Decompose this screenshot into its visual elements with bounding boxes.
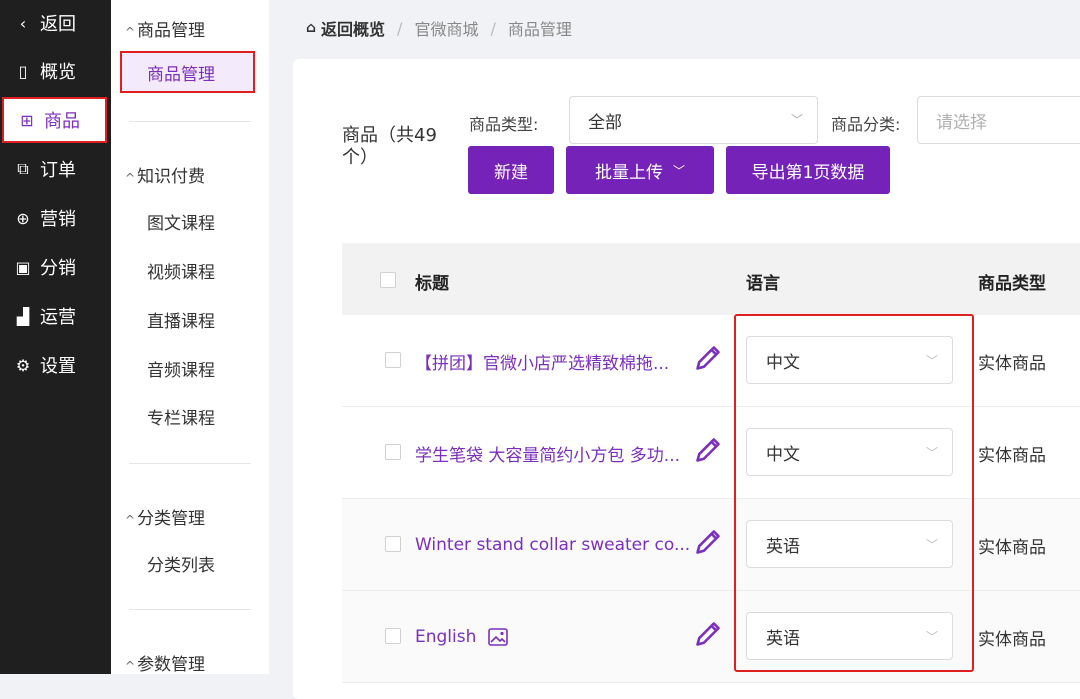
breadcrumb-home[interactable]: ⌂ 返回概览 [306, 16, 385, 40]
column-type[interactable]: 商品类型 [978, 269, 1046, 294]
nav-distribution[interactable]: ▣ 分销 [0, 244, 111, 290]
chevron-down-icon: ﹀ [925, 538, 938, 552]
row-type: 实体商品 [978, 629, 1046, 650]
chevron-down-icon: ﹀ [790, 113, 803, 127]
nav-operations-label: 运营 [40, 307, 76, 328]
column-title: 标题 [415, 274, 449, 294]
divider [129, 121, 251, 122]
divider [129, 463, 251, 464]
type-filter-select[interactable]: 全部 ﹀ [569, 96, 818, 144]
nav-marketing-label: 营销 [40, 209, 76, 230]
chevron-up-icon: ^ [125, 25, 136, 39]
row-checkbox[interactable] [385, 352, 401, 368]
chevron-up-icon: ^ [125, 171, 136, 185]
category-filter-select[interactable]: 请选择 [917, 96, 1080, 144]
breadcrumb-separator: / [397, 18, 403, 38]
table-row: English 英语 ﹀ 实体商品 [342, 591, 1080, 683]
table-row: 学生笔袋 大容量简约小方包 多功... 中文 ﹀ 实体商品 [342, 407, 1080, 499]
nav-back-label: 返回 [40, 14, 76, 35]
nav-back[interactable]: ‹ 返回 [0, 0, 111, 46]
chevron-down-icon: ﹀ [925, 446, 938, 460]
column-language: 语言 [746, 274, 780, 294]
subnav-group-goods[interactable]: ^ 商品管理 [125, 16, 205, 41]
subnav-group-knowledge[interactable]: ^ 知识付费 [125, 162, 205, 187]
table-row: Winter stand collar sweater co... 英语 ﹀ 实… [342, 499, 1080, 591]
nav-overview-label: 概览 [40, 62, 76, 83]
subnav-item-column-course[interactable]: 专栏课程 [147, 404, 215, 429]
nav-distribution-label: 分销 [40, 258, 76, 279]
chevron-down-icon: ﹀ [672, 163, 685, 178]
chevron-left-icon: ‹ [19, 13, 27, 33]
subnav-item-video-course[interactable]: 视频课程 [147, 258, 215, 283]
breadcrumb-mall[interactable]: 官微商城 [414, 16, 478, 40]
table-header: 标题 语言 商品类型 [342, 243, 1080, 315]
chevron-down-icon: ﹀ [925, 630, 938, 644]
subnav-group-params[interactable]: ^ 参数管理 [125, 650, 205, 675]
language-select[interactable]: 中文 ﹀ [746, 336, 953, 384]
row-title-link[interactable]: 学生笔袋 大容量简约小方包 多功... [415, 407, 680, 499]
nav-settings-label: 设置 [40, 356, 76, 377]
row-type: 实体商品 [978, 353, 1046, 374]
image-icon [488, 628, 509, 646]
overview-icon: ▯ [18, 61, 28, 81]
home-icon: ⌂ [306, 20, 317, 36]
select-all-checkbox[interactable] [380, 272, 396, 288]
subnav-item-category-list[interactable]: 分类列表 [147, 551, 215, 576]
row-type: 实体商品 [978, 537, 1046, 558]
language-select[interactable]: 中文 ﹀ [746, 428, 953, 476]
export-button[interactable]: 导出第1页数据 [726, 146, 890, 194]
row-type: 实体商品 [978, 445, 1046, 466]
subnav-group-category[interactable]: ^ 分类管理 [125, 504, 205, 529]
row-title-link[interactable]: 【拼团】官微小店严选精致棉拖... [415, 315, 669, 407]
language-select[interactable]: 英语 ﹀ [746, 520, 953, 568]
breadcrumb: ⌂ 返回概览 / 官微商城 / 商品管理 [306, 16, 572, 40]
row-checkbox[interactable] [385, 628, 401, 644]
nav-marketing[interactable]: ⊕ 营销 [0, 195, 111, 241]
gear-icon: ⚙ [15, 355, 31, 375]
nav-settings[interactable]: ⚙ 设置 [0, 342, 111, 388]
nav-goods-label: 商品 [44, 111, 80, 132]
row-title-link[interactable]: Winter stand collar sweater co... [415, 499, 690, 591]
subnav-item-audio-course[interactable]: 音频课程 [147, 356, 215, 381]
type-filter-label: 商品类型: [469, 115, 539, 134]
nav-orders-label: 订单 [40, 160, 76, 181]
breadcrumb-current: 商品管理 [507, 20, 572, 39]
edit-pencil-icon[interactable] [694, 620, 722, 648]
gift-icon: ⊞ [20, 110, 34, 130]
chevron-down-icon: ﹀ [925, 354, 938, 368]
breadcrumb-separator: / [490, 18, 496, 38]
bar-chart-icon: ▟ [16, 306, 30, 326]
chevron-up-icon: ^ [125, 659, 136, 673]
main-nav: ‹ 返回 ▯ 概览 ⊞ 商品 ⧉ 订单 ⊕ 营销 ▣ 分销 ▟ 运营 ⚙ 设置 [0, 0, 111, 674]
new-button[interactable]: 新建 [468, 146, 554, 194]
edit-pencil-icon[interactable] [694, 436, 722, 464]
nav-goods[interactable]: ⊞ 商品 [2, 97, 107, 143]
goods-count: 商品（共49个） [342, 125, 437, 168]
category-filter-label: 商品分类: [831, 115, 901, 134]
row-title-link[interactable]: English [415, 591, 509, 683]
row-checkbox[interactable] [385, 536, 401, 552]
target-icon: ⊕ [16, 208, 30, 228]
nav-orders[interactable]: ⧉ 订单 [0, 146, 111, 192]
subnav-item-live-course[interactable]: 直播课程 [147, 307, 215, 332]
sub-nav: ^ 商品管理 商品管理 ^ 知识付费 图文课程 视频课程 直播课程 音频课程 专栏课… [111, 0, 269, 675]
edit-pencil-icon[interactable] [694, 528, 722, 556]
language-select[interactable]: 英语 ﹀ [746, 612, 953, 660]
edit-pencil-icon[interactable] [694, 344, 722, 372]
bulk-upload-button[interactable]: 批量上传 ﹀ [566, 146, 714, 194]
divider [129, 609, 251, 610]
nav-overview[interactable]: ▯ 概览 [0, 48, 111, 94]
order-icon: ⧉ [17, 159, 29, 178]
row-checkbox[interactable] [385, 444, 401, 460]
distribution-icon: ▣ [15, 257, 31, 277]
subnav-item-article-course[interactable]: 图文课程 [147, 209, 215, 234]
table-row: 【拼团】官微小店严选精致棉拖... 中文 ﹀ 实体商品 [342, 315, 1080, 407]
chevron-up-icon: ^ [125, 513, 136, 527]
nav-operations[interactable]: ▟ 运营 [0, 293, 111, 339]
subnav-item-goods[interactable]: 商品管理 [120, 51, 255, 93]
